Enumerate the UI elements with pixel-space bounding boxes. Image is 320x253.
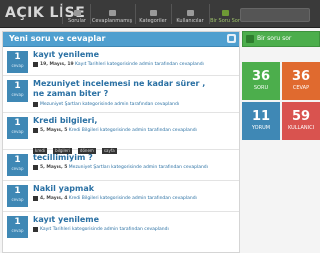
avatar	[33, 165, 38, 170]
nav-item-ask[interactable]: Bir Soru Sor	[210, 0, 240, 27]
question-meta: Mezuniyet Şartları kategorisinde admin t…	[33, 102, 179, 107]
nav-divider	[62, 4, 63, 24]
question-title[interactable]: kayıt yenileme	[33, 50, 233, 60]
nav-item-users[interactable]: Kullanıcılar	[174, 0, 206, 27]
top-navigation-bar: AÇIK LİSE Sorular Cevaplanmamış Kategori…	[0, 0, 320, 28]
question-item: 1 cevap tecillimiyim ? 5, Mayıs, 5 Mezun…	[3, 150, 239, 181]
answer-count-word: cevap	[11, 166, 24, 171]
nav-ask-label: Bir Soru Sor	[210, 18, 240, 24]
question-meta: Kayıt Tarihleri kategorisinde admin tara…	[33, 227, 169, 232]
answer-count-badge: 1 cevap	[7, 154, 28, 176]
answer-count: 1	[14, 217, 21, 227]
question-item: 1 cevap kayıt yenileme 19, Mayıs, 19 Kay…	[3, 47, 239, 76]
questions-panel: Yeni soru ve cevaplar 1 cevap kayıt yeni…	[2, 31, 240, 253]
question-meta-text[interactable]: Kredi Bilgileri kategorisinde admin tara…	[69, 196, 197, 201]
site-stats: Bir soru sor 36 SORU 36 CEVAP 11 YORUM 5…	[242, 31, 320, 245]
ask-question-button[interactable]: Bir soru sor	[242, 31, 320, 47]
question-meta: 19, Mayıs, 19 Kayıt Tarihleri kategorisi…	[33, 62, 204, 67]
stat-tile-comments: 11 YORUM	[242, 102, 280, 140]
nav-divider	[135, 4, 136, 24]
question-meta-text[interactable]: Mezuniyet Şartları kategorisinde admin t…	[69, 165, 208, 170]
ask-question-label: Bir soru sor	[257, 35, 292, 42]
stat-value: 36	[251, 69, 271, 84]
nav-label: Kategoriler	[139, 18, 167, 24]
question-title[interactable]: Nakil yapmak	[33, 184, 233, 194]
nav-item-categories[interactable]: Kategoriler	[138, 0, 168, 27]
question-date: 4, Mayıs, 4	[40, 196, 68, 201]
stat-value: 59	[291, 109, 311, 124]
nav-item-unanswered[interactable]: Cevaplanmamış	[92, 0, 132, 27]
question-meta-text[interactable]: Kayıt Tarihleri kategorisinde admin tara…	[40, 227, 169, 232]
questions-icon	[73, 10, 81, 16]
question-title[interactable]: tecillimiyim ?	[33, 153, 233, 163]
nav-label: Sorular	[68, 18, 86, 24]
question-item: 1 cevap kayıt yenileme Kayıt Tarihleri k…	[3, 212, 239, 242]
categories-icon	[149, 10, 157, 16]
question-date: 5, Mayıs, 5	[40, 128, 68, 133]
question-title[interactable]: Kredi bilgileri,	[33, 116, 233, 126]
question-meta: 5, Mayıs, 5 Kredi Bilgileri kategorisind…	[33, 128, 197, 133]
answer-count: 1	[14, 118, 21, 128]
answer-count-badge: 1 cevap	[7, 51, 28, 73]
answer-count-word: cevap	[11, 92, 24, 97]
question-item: 1 cevap Mezuniyet incelemesi ne kadar sü…	[3, 76, 239, 113]
avatar	[33, 227, 38, 232]
question-meta-text[interactable]: Kredi Bilgileri kategorisinde admin tara…	[69, 128, 197, 133]
answer-count: 1	[14, 81, 21, 91]
answer-count: 1	[14, 155, 21, 165]
question-title[interactable]: kayıt yenileme	[33, 215, 233, 225]
answer-count-word: cevap	[11, 63, 24, 68]
nav-label: Kullanıcılar	[176, 18, 204, 24]
avatar	[33, 196, 38, 201]
question-date: 19, Mayıs, 19	[40, 62, 74, 67]
nav-item-questions[interactable]: Sorular	[66, 0, 88, 27]
question-meta: 4, Mayıs, 4 Kredi Bilgileri kategorisind…	[33, 196, 197, 201]
nav-label: Cevaplanmamış	[91, 18, 133, 24]
question-date: 5, Mayıs, 5	[40, 165, 68, 170]
question-meta: 5, Mayıs, 5 Mezuniyet Şartları kategoris…	[33, 165, 208, 170]
ask-icon	[246, 34, 254, 43]
panel-title: Yeni soru ve cevaplar	[9, 34, 106, 43]
answer-count-word: cevap	[11, 228, 24, 233]
answer-count-word: cevap	[11, 129, 24, 134]
nav-divider	[171, 4, 172, 24]
question-item: 1 cevap Kredi bilgileri, 5, Mayıs, 5 Kre…	[3, 113, 239, 154]
answer-count-word: cevap	[11, 197, 24, 202]
ask-icon	[221, 10, 229, 16]
nav-divider	[90, 4, 91, 24]
answer-count-badge: 1 cevap	[7, 80, 28, 102]
question-meta-text[interactable]: Mezuniyet Şartları kategorisinde admin t…	[40, 102, 179, 107]
rss-feed-icon[interactable]	[227, 34, 236, 43]
stat-tile-users: 59 KULLANICI	[282, 102, 320, 140]
answer-count: 1	[14, 52, 21, 62]
stat-label: KULLANICI	[287, 125, 315, 131]
panel-header: Yeni soru ve cevaplar	[3, 32, 239, 47]
stat-label: CEVAP	[292, 85, 310, 91]
answer-count: 1	[14, 186, 21, 196]
search-box[interactable]	[240, 8, 310, 22]
answer-count-badge: 1 cevap	[7, 117, 28, 139]
avatar	[33, 102, 38, 107]
answer-count-badge: 1 cevap	[7, 216, 28, 238]
stat-tile-questions: 36 SORU	[242, 62, 280, 100]
question-title[interactable]: Mezuniyet incelemesi ne kadar sürer , ne…	[33, 79, 208, 99]
question-item: 1 cevap Nakil yapmak 4, Mayıs, 4 Kredi B…	[3, 181, 239, 212]
avatar	[33, 62, 38, 67]
stat-value: 11	[251, 109, 271, 124]
unanswered-icon	[108, 10, 116, 16]
question-meta-text[interactable]: Kayıt Tarihleri kategorisinde admin tara…	[75, 62, 204, 67]
stat-value: 36	[291, 69, 311, 84]
stat-tile-answers: 36 CEVAP	[282, 62, 320, 100]
users-icon	[186, 10, 194, 16]
avatar	[33, 128, 38, 133]
stat-label: SORU	[253, 85, 269, 91]
stat-label: YORUM	[251, 125, 271, 131]
answer-count-badge: 1 cevap	[7, 185, 28, 207]
